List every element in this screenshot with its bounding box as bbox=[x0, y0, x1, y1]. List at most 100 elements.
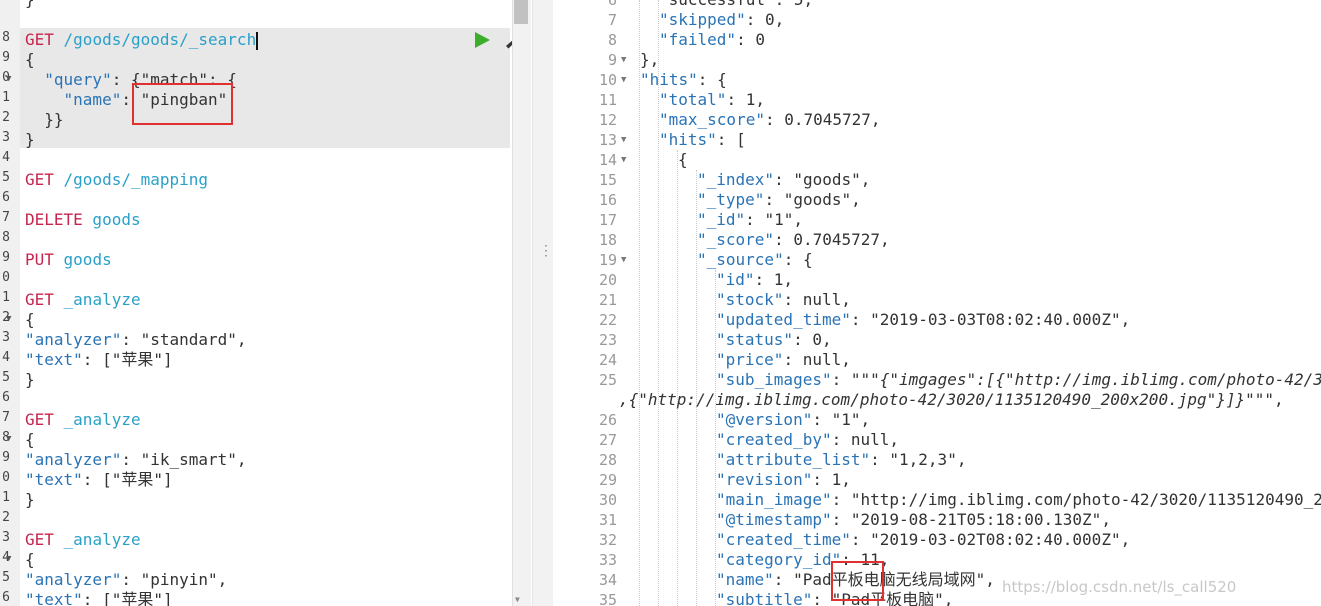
json-key: "skipped" bbox=[659, 10, 746, 29]
code-line: "analyzer": "standard", bbox=[25, 330, 247, 350]
line-number: 35 bbox=[598, 591, 617, 606]
fold-arrow-icon[interactable]: ▼ bbox=[621, 50, 626, 70]
request-line-put[interactable]: PUT goods bbox=[25, 250, 112, 270]
request-url: /goods/goods/_search bbox=[53, 30, 257, 49]
json-rest: : ["苹果"] bbox=[82, 470, 173, 489]
response-line: 14 ▼ { bbox=[553, 150, 1321, 170]
http-method: GET bbox=[25, 290, 54, 309]
code-line: }} bbox=[25, 110, 63, 130]
line-number: 6 bbox=[2, 390, 10, 405]
line-number: 5 bbox=[2, 370, 10, 385]
json-key: "main_image" bbox=[716, 490, 832, 509]
fold-arrow-icon[interactable]: ▼ bbox=[6, 314, 11, 324]
json-value: : "2019-03-02T08:02:40.000Z", bbox=[850, 530, 1131, 549]
line-number: 14 bbox=[598, 151, 617, 169]
response-line: 20 "id": 1, bbox=[553, 270, 1321, 290]
editor-scrollbar[interactable] bbox=[512, 0, 531, 606]
json-value: : null, bbox=[831, 430, 900, 449]
json-line: }, bbox=[640, 50, 660, 69]
line-number: 9 bbox=[2, 250, 10, 265]
code-line: } bbox=[25, 130, 35, 150]
line-number: 27 bbox=[598, 431, 617, 449]
line-number: 3 bbox=[2, 530, 10, 545]
response-line: 32 "created_time": "2019-03-02T08:02:40.… bbox=[553, 530, 1321, 550]
json-key: "_id" bbox=[697, 210, 746, 229]
request-line-delete[interactable]: DELETE goods bbox=[25, 210, 141, 230]
fold-arrow-icon[interactable]: ▼ bbox=[621, 130, 626, 150]
request-line-analyze[interactable]: GET _analyze bbox=[25, 410, 141, 430]
json-key: "created_time" bbox=[716, 530, 851, 549]
line-number: 25 bbox=[598, 371, 617, 389]
line-number: 1 bbox=[2, 490, 10, 505]
json-value: : 1, bbox=[812, 470, 851, 489]
line-number: 26 bbox=[598, 411, 617, 429]
response-line: 19 ▼ "_source": { bbox=[553, 250, 1321, 270]
response-line: 27 "created_by": null, bbox=[553, 430, 1321, 450]
response-line: 17 "_id": "1", bbox=[553, 210, 1321, 230]
fold-arrow-icon[interactable]: ▼ bbox=[6, 434, 11, 444]
fold-arrow-icon[interactable]: ▼ bbox=[621, 70, 626, 90]
line-number: 15 bbox=[598, 171, 617, 189]
request-line-analyze[interactable]: GET _analyze bbox=[25, 530, 141, 550]
response-line: 26 "@version": "1", bbox=[553, 410, 1321, 430]
fold-arrow-icon[interactable]: ▼ bbox=[621, 250, 626, 270]
json-value: : "1,2,3", bbox=[870, 450, 967, 469]
line-number: 8 bbox=[2, 30, 10, 45]
request-editor[interactable]: 7 8 9 0 1 2 3 4 5 6 7 8 9 0 1 2 3 4 5 6 … bbox=[0, 0, 532, 606]
json-key: "hits" bbox=[659, 130, 717, 149]
request-url: _analyze bbox=[53, 410, 141, 429]
line-number: 12 bbox=[598, 111, 617, 129]
json-rest: : ["苹果"] bbox=[82, 350, 173, 369]
request-line-mapping[interactable]: GET /goods/_mapping bbox=[25, 170, 208, 190]
play-icon[interactable] bbox=[472, 31, 492, 49]
line-number: 30 bbox=[598, 491, 617, 509]
json-value: : "Pad平板电脑无线局域网", bbox=[773, 570, 995, 589]
http-method: GET bbox=[25, 530, 54, 549]
request-url: _analyze bbox=[53, 530, 141, 549]
pane-divider[interactable] bbox=[532, 0, 554, 606]
json-value: : 1, bbox=[754, 270, 794, 289]
json-value: : """ bbox=[831, 370, 880, 389]
http-method: GET bbox=[25, 170, 54, 189]
fold-arrow-icon[interactable]: ▼ bbox=[621, 150, 626, 170]
json-rest: : "ik_smart", bbox=[121, 450, 247, 469]
json-key: "_type" bbox=[697, 190, 765, 209]
response-line: 29 "revision": 1, bbox=[553, 470, 1321, 490]
line-number: 13 bbox=[598, 131, 617, 149]
http-method: DELETE bbox=[25, 210, 83, 229]
json-value: : "goods", bbox=[774, 170, 871, 189]
fold-arrow-icon[interactable]: ▼ bbox=[6, 554, 11, 564]
json-key: "hits" bbox=[640, 70, 698, 89]
response-line: 8 "failed": 0 bbox=[553, 30, 1321, 50]
request-line-search[interactable]: GET /goods/goods/_search bbox=[25, 30, 259, 50]
drag-handle-icon[interactable]: ⋮ bbox=[539, 243, 553, 259]
line-number: 33 bbox=[598, 551, 617, 569]
code-line: } bbox=[25, 490, 35, 510]
response-line: 10 ▼ "hits": { bbox=[553, 70, 1321, 90]
line-number: 6 bbox=[2, 590, 10, 605]
line-number: 21 bbox=[598, 291, 617, 309]
http-method: PUT bbox=[25, 250, 54, 269]
json-key: "@timestamp" bbox=[716, 510, 832, 529]
fold-arrow-icon[interactable]: ▼ bbox=[6, 74, 11, 84]
line-number: 24 bbox=[598, 351, 617, 369]
scroll-down-arrow-icon[interactable]: ▼ bbox=[515, 595, 520, 604]
json-key: "updated_time" bbox=[716, 310, 851, 329]
json-key: "total" bbox=[659, 90, 727, 109]
line-number: 3 bbox=[2, 330, 10, 345]
response-line: 13 ▼ "hits": [ bbox=[553, 130, 1321, 150]
json-value: : "goods", bbox=[764, 190, 861, 209]
request-url: _analyze bbox=[53, 290, 141, 309]
scrollbar-thumb[interactable] bbox=[514, 0, 528, 24]
line-number: 28 bbox=[598, 451, 617, 469]
json-value: : "http://img.iblimg.com/photo-42/3020/1… bbox=[831, 490, 1321, 509]
response-line: 23 "status": 0, bbox=[553, 330, 1321, 350]
request-line-analyze[interactable]: GET _analyze bbox=[25, 290, 141, 310]
json-value: : "1", bbox=[812, 410, 871, 429]
line-number: 7 bbox=[2, 210, 10, 225]
json-value: : { bbox=[697, 70, 727, 89]
line-number: 19 bbox=[598, 251, 617, 269]
json-value-italic: {"imgages":[{"http://img.iblimg.com/phot… bbox=[879, 370, 1321, 389]
json-key: "analyzer" bbox=[25, 450, 122, 469]
response-line: 7 "skipped": 0, bbox=[553, 10, 1321, 30]
